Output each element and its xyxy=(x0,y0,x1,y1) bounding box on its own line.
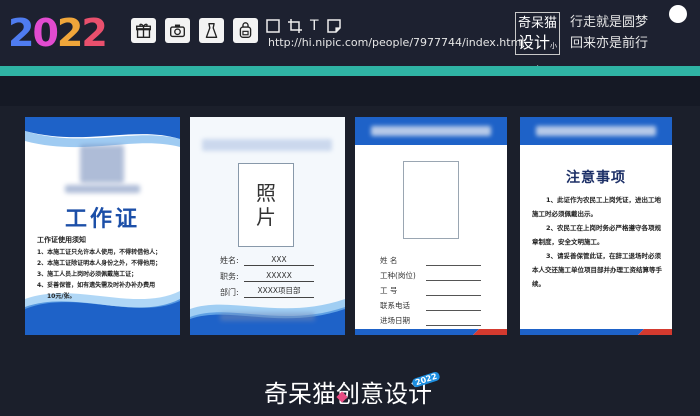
card3-bottom-stripe xyxy=(355,329,507,335)
dress-icon[interactable] xyxy=(199,18,224,43)
card3-field-label: 工种(岗位) xyxy=(380,271,416,280)
photo-label-2: 片 xyxy=(256,205,276,229)
card4-paragraphs: 1、此证作为农民工上岗凭证，进出工地施工时必须佩戴出示。 2、农民工在上岗时务必… xyxy=(532,193,662,291)
teal-divider xyxy=(0,66,700,76)
canvas: 2 0 2 2 T http://hi.nipic.com/people/797… xyxy=(0,0,700,416)
camera-icon[interactable] xyxy=(165,18,190,43)
card-work-permit-front[interactable]: 工作证 工作证使用须知 1、本施工证只允许本人使用，不得转借他人； 2、本施工证… xyxy=(25,117,180,335)
card3-blurred-header xyxy=(371,126,491,136)
card1-rule: 10元/张。 xyxy=(47,293,76,300)
header-bar: 2 0 2 2 T http://hi.nipic.com/people/797… xyxy=(0,0,700,73)
card2-field-label: 姓名: xyxy=(220,256,239,265)
year-digit-3: 2 xyxy=(56,11,83,55)
card3-field-label: 姓 名 xyxy=(380,256,398,265)
year-logo: 2 0 2 2 xyxy=(8,11,108,55)
card3-field-line xyxy=(426,288,481,296)
card2-field-value: XXXXX xyxy=(244,271,314,282)
card2-field-label: 职务: xyxy=(220,272,239,281)
card4-paragraph: 3、请妥善保管此证，在辞工退场时必须本人交还施工单位项目部并办理工资结算等手续。 xyxy=(532,252,662,288)
card4-paragraph: 1、此证作为农民工上岗凭证，进出工地施工时必须佩戴出示。 xyxy=(532,196,662,218)
card2-blurred-header xyxy=(202,139,332,151)
card-notice[interactable]: 注意事项 1、此证作为农民工上岗凭证，进出工地施工时必须佩戴出示。 2、农民工在… xyxy=(520,117,672,335)
card2-field-row: 职务: XXXXX xyxy=(220,266,340,282)
card3-field-row: 联系电话 xyxy=(380,296,505,311)
card2-blurred-footer xyxy=(220,313,315,321)
card3-field-row: 进场日期 xyxy=(380,311,505,326)
card1-subtitle: 工作证使用须知 xyxy=(37,236,86,244)
card1-blurred-company xyxy=(65,185,140,193)
square-icon[interactable] xyxy=(266,19,280,33)
card1-title: 工作证 xyxy=(64,207,140,232)
slogan-line-2: 回来亦是前行 xyxy=(570,36,649,51)
mini-toolbar: T xyxy=(266,18,341,34)
brand-box-logo: 奇呆猫 设计小店 xyxy=(515,12,560,73)
card3-photo-frame xyxy=(403,161,459,239)
card2-field-row: 部门: XXXX项目部 xyxy=(220,282,340,298)
card3-field-label: 联系电话 xyxy=(380,301,410,310)
card-badge-photo[interactable]: 照 片 姓名: XXX 职务: XXXXX 部门: XXXX项目部 xyxy=(190,117,345,335)
card1-blurred-logo xyxy=(80,145,124,183)
photo-label-1: 照 xyxy=(256,181,276,205)
brand-box-line1: 奇呆猫 xyxy=(517,16,557,31)
text-icon[interactable]: T xyxy=(310,19,319,33)
card3-fields: 姓 名 工种(岗位) 工 号 联系电话 进场日期 xyxy=(380,251,505,326)
card3-field-row: 工种(岗位) xyxy=(380,266,505,281)
card2-field-value: XXX xyxy=(244,255,314,266)
year-digit-1: 2 xyxy=(8,11,34,55)
card3-field-line xyxy=(426,258,481,266)
brand-box-line2: 设计 xyxy=(517,33,550,52)
footer-brand: 奇呆猫创意设计 2022 xyxy=(0,370,700,416)
card2-field-label: 部门: xyxy=(220,288,239,297)
crop-icon[interactable] xyxy=(288,19,302,33)
card3-field-row: 工 号 xyxy=(380,281,505,296)
photo-placeholder: 照 片 xyxy=(238,163,294,247)
stamp-icon[interactable] xyxy=(326,19,341,33)
card2-field-value: XXXX项目部 xyxy=(244,285,314,298)
slogan-line-1: 行走就是圆梦 xyxy=(570,15,649,30)
card4-title: 注意事项 xyxy=(566,170,626,186)
card1-rule: 4、妥善保管，如有遗失需及时补办补办费用 xyxy=(37,282,156,289)
card1-rule: 3、施工人员上岗时必须佩戴施工证； xyxy=(37,271,138,278)
card3-field-line xyxy=(426,273,481,281)
card4-paragraph: 2、农民工在上岗时务必严格遵守各项规章制度，安全文明施工。 xyxy=(532,224,662,246)
card3-field-label: 工 号 xyxy=(380,286,398,295)
card1-rules: 1、本施工证只允许本人使用，不得转借他人； 2、本施工证除证明本人身份之外，不得… xyxy=(37,247,172,302)
slogan: 行走就是圆梦 回来亦是前行 xyxy=(570,12,648,54)
icon-toolbar xyxy=(131,18,258,43)
dark-band xyxy=(0,76,700,106)
card3-field-row: 姓 名 xyxy=(380,251,505,266)
backpack-icon[interactable] xyxy=(233,18,258,43)
card4-blurred-header xyxy=(536,126,656,136)
gift-icon[interactable] xyxy=(131,18,156,43)
card-worker-id[interactable]: 姓 名 工种(岗位) 工 号 联系电话 进场日期 xyxy=(355,117,507,335)
card1-rule: 2、本施工证除证明本人身份之外，不得他用； xyxy=(37,260,162,267)
card2-field-row: 姓名: XXX xyxy=(220,250,340,266)
footer-logo-text: 奇呆猫创意设计 xyxy=(264,380,432,408)
card1-rule: 1、本施工证只允许本人使用，不得转借他人； xyxy=(37,249,162,256)
round-button[interactable] xyxy=(669,5,687,23)
year-digit-4: 2 xyxy=(81,11,107,55)
url-text[interactable]: http://hi.nipic.com/people/7977744/index… xyxy=(268,36,524,49)
card2-fields: 姓名: XXX 职务: XXXXX 部门: XXXX项目部 xyxy=(220,250,340,298)
card3-field-line xyxy=(426,303,481,311)
year-digit-2: 0 xyxy=(32,11,58,55)
card4-bottom-stripe xyxy=(520,329,672,335)
